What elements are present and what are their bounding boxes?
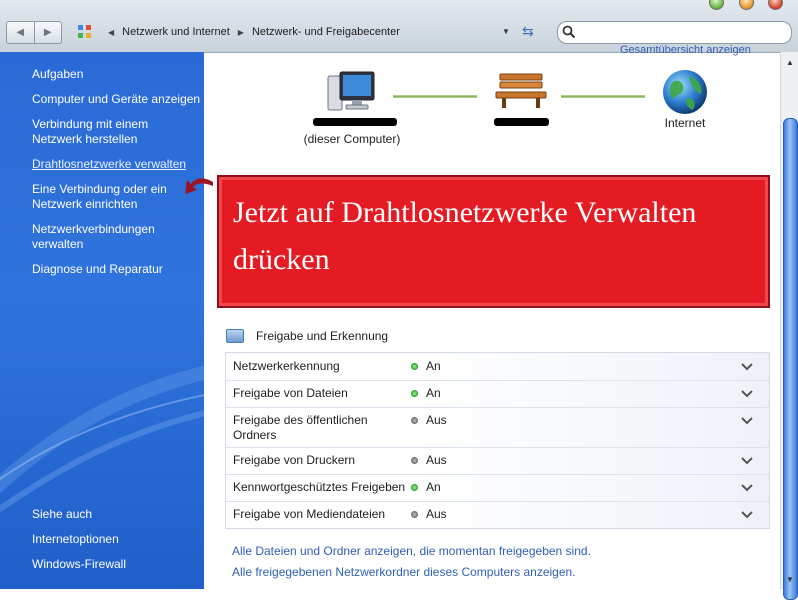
scroll-up-icon[interactable]: ▲ bbox=[782, 54, 798, 70]
arrow-right-icon: ▶ bbox=[43, 27, 52, 38]
status-on-icon bbox=[411, 484, 418, 491]
scrollbar-thumb[interactable] bbox=[783, 118, 798, 600]
status-on-icon bbox=[411, 363, 418, 370]
breadcrumb-item-network-internet[interactable]: Netzwerk und Internet bbox=[122, 26, 230, 38]
network-node[interactable] bbox=[490, 70, 552, 126]
redacted-network-name bbox=[494, 118, 549, 126]
chevron-down-icon[interactable] bbox=[740, 387, 754, 401]
setting-value: An bbox=[426, 386, 441, 400]
search-icon bbox=[562, 25, 576, 39]
maximize-button[interactable] bbox=[739, 0, 754, 10]
link-windows-firewall[interactable]: Windows-Firewall bbox=[32, 557, 202, 572]
forward-button[interactable]: ▶ bbox=[33, 22, 62, 43]
link-internet-options[interactable]: Internetoptionen bbox=[32, 532, 202, 547]
table-row[interactable]: Freigabe von Dateien An bbox=[226, 380, 769, 408]
setting-label: Freigabe von Dateien bbox=[233, 386, 348, 400]
control-panel-icon bbox=[78, 25, 92, 39]
table-row[interactable]: Netzwerkerkennung An bbox=[226, 353, 769, 381]
chevron-down-icon[interactable]: ▼ bbox=[502, 27, 510, 36]
overview-link[interactable]: Gesamtübersicht anzeigen bbox=[620, 44, 751, 56]
callout-text: Jetzt auf Drahtlosnetzwerke Verwalten dr… bbox=[233, 196, 697, 276]
redacted-computer-name bbox=[313, 118, 397, 126]
task-pane: Aufgaben Computer und Geräte anzeigen Ve… bbox=[0, 52, 204, 589]
breadcrumb-chevron-icon: ▶ bbox=[237, 27, 244, 37]
breadcrumb: ◀ Netzwerk und Internet ▶ Netzwerk- und … bbox=[78, 22, 546, 42]
status-off-icon bbox=[411, 417, 418, 424]
globe-icon bbox=[663, 70, 707, 114]
setting-label: Freigabe des öffentlichen Ordners bbox=[233, 413, 368, 442]
vertical-scrollbar[interactable]: ▲ ▼ bbox=[780, 52, 798, 600]
computer-sublabel: (dieser Computer) bbox=[303, 132, 401, 146]
navigation-buttons: ◀ ▶ bbox=[6, 21, 62, 44]
back-button[interactable]: ◀ bbox=[7, 22, 34, 43]
status-off-icon bbox=[411, 511, 418, 518]
close-button[interactable] bbox=[768, 0, 783, 10]
minimize-button[interactable] bbox=[709, 0, 724, 10]
chevron-down-icon[interactable] bbox=[740, 454, 754, 468]
pointer-arrow-icon bbox=[185, 178, 213, 194]
section-title: Freigabe und Erkennung bbox=[256, 329, 389, 343]
sharing-settings-table: Netzwerkerkennung An Freigabe von Dateie… bbox=[225, 352, 770, 529]
setting-label: Kennwortgeschütztes Freigeben bbox=[233, 480, 406, 494]
task-setup-connection[interactable]: Eine Verbindung oder ein Netzwerk einric… bbox=[32, 182, 177, 212]
task-diagnose-repair[interactable]: Diagnose und Reparatur bbox=[32, 262, 202, 277]
internet-label: Internet bbox=[664, 116, 706, 130]
arrow-left-icon: ◀ bbox=[16, 27, 25, 38]
task-manage-wireless[interactable]: Drahtlosnetzwerke verwalten bbox=[32, 157, 202, 172]
setting-value: Aus bbox=[426, 413, 447, 427]
scroll-down-icon[interactable]: ▼ bbox=[782, 571, 798, 587]
tasks-heading: Aufgaben bbox=[32, 67, 84, 81]
table-row[interactable]: Freigabe von Druckern Aus bbox=[226, 447, 769, 475]
setting-value: Aus bbox=[426, 507, 447, 521]
link-shared-files[interactable]: Alle Dateien und Ordner anzeigen, die mo… bbox=[232, 544, 591, 558]
connection-line bbox=[561, 95, 645, 98]
this-computer-node[interactable]: (dieser Computer) bbox=[300, 70, 404, 146]
task-connect-network[interactable]: Verbindung mit einem Netzwerk herstellen bbox=[32, 117, 172, 147]
computer-icon bbox=[327, 71, 375, 111]
connection-line bbox=[393, 95, 477, 98]
table-row[interactable]: Freigabe von Mediendateien Aus bbox=[226, 501, 769, 528]
setting-value: An bbox=[426, 480, 441, 494]
section-sharing-discovery: Freigabe und Erkennung bbox=[226, 329, 388, 343]
link-shared-folders[interactable]: Alle freigegebenen Netzwerkordner dieses… bbox=[232, 565, 576, 579]
internet-node[interactable]: Internet bbox=[655, 68, 715, 130]
chevron-down-icon[interactable] bbox=[740, 360, 754, 374]
status-off-icon bbox=[411, 457, 418, 464]
setting-value: An bbox=[426, 359, 441, 373]
status-on-icon bbox=[411, 390, 418, 397]
chevron-down-icon[interactable] bbox=[740, 414, 754, 428]
instruction-callout: Jetzt auf Drahtlosnetzwerke Verwalten dr… bbox=[217, 175, 770, 308]
setting-label: Freigabe von Druckern bbox=[233, 453, 356, 467]
setting-value: Aus bbox=[426, 453, 447, 467]
chevron-down-icon[interactable] bbox=[740, 508, 754, 522]
table-row[interactable]: Kennwortgeschütztes Freigeben An bbox=[226, 474, 769, 502]
task-computer-devices[interactable]: Computer und Geräte anzeigen bbox=[32, 92, 202, 107]
breadcrumb-chevron-icon: ◀ bbox=[108, 27, 115, 37]
table-row[interactable]: Freigabe des öffentlichen Ordners Aus bbox=[226, 407, 769, 448]
chevron-down-icon[interactable] bbox=[740, 481, 754, 495]
search-input[interactable] bbox=[557, 21, 792, 44]
bench-icon bbox=[495, 73, 547, 108]
refresh-icon[interactable]: ⇆ bbox=[522, 23, 534, 40]
setting-label: Netzwerkerkennung bbox=[233, 359, 340, 373]
setting-label: Freigabe von Mediendateien bbox=[233, 507, 386, 521]
breadcrumb-item-sharing-center[interactable]: Netzwerk- und Freigabecenter bbox=[252, 26, 400, 38]
folder-icon bbox=[226, 329, 244, 343]
task-manage-connections[interactable]: Netzwerkverbindungen verwalten bbox=[32, 222, 172, 252]
see-also-heading: Siehe auch bbox=[32, 507, 93, 521]
